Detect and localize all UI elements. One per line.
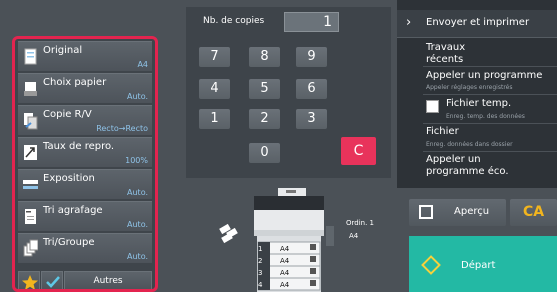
setting-staple[interactable]: Tri agrafage Auto. — [18, 201, 152, 231]
menu-file-sub: Enreg. données dans dossier — [426, 141, 513, 148]
key-0[interactable]: 0 — [249, 143, 280, 163]
tray-3-size: A4 — [280, 269, 290, 277]
clear-all-button[interactable]: CA — [510, 199, 557, 226]
right-menu-panel: › Envoyer et imprimer Travaux récents Ap… — [397, 0, 557, 188]
chevron-right-icon: › — [406, 15, 412, 30]
setting-original[interactable]: Original A4 — [18, 41, 152, 71]
setting-exposure-label: Exposition — [43, 173, 95, 184]
exposure-icon — [23, 180, 38, 189]
setting-original-value: A4 — [137, 60, 148, 69]
original-icon — [24, 48, 37, 65]
key-5[interactable]: 5 — [249, 79, 280, 99]
setting-sort-value: Auto. — [127, 252, 148, 261]
tray-1-size: A4 — [280, 245, 290, 253]
setting-paper-label: Choix papier — [43, 77, 107, 88]
paper-stack-icon — [219, 223, 238, 244]
settings-panel: Original A4 Choix papier Auto. Copie R/V… — [12, 36, 158, 292]
copies-keypad: Nb. de copies 1 7 8 9 4 5 6 1 2 3 0 C — [186, 7, 391, 178]
copies-field[interactable]: 1 — [284, 12, 339, 32]
preview-button[interactable]: Aperçu — [409, 199, 506, 226]
duplex-icon — [24, 113, 38, 130]
check-button[interactable] — [41, 271, 63, 289]
copies-value: 1 — [323, 14, 332, 30]
setting-sort-label: Tri/Groupe — [43, 237, 95, 248]
key-1[interactable]: 1 — [199, 109, 230, 129]
key-3[interactable]: 3 — [296, 109, 327, 129]
key-2[interactable]: 2 — [249, 109, 280, 129]
setting-exposure[interactable]: Exposition Auto. — [18, 169, 152, 199]
temp-file-checkbox[interactable] — [426, 100, 439, 113]
start-button[interactable]: Départ — [409, 236, 557, 292]
menu-eco-program[interactable]: Appeler un programme éco. — [426, 154, 509, 178]
send-print-header[interactable]: › Envoyer et imprimer — [397, 10, 557, 38]
divider — [423, 123, 557, 124]
autres-label: Autres — [93, 276, 123, 286]
paper-icon — [24, 82, 37, 96]
copy-screen: Original A4 Choix papier Auto. Copie R/V… — [0, 0, 557, 292]
setting-staple-value: Auto. — [127, 220, 148, 229]
tray-2-size: A4 — [280, 257, 290, 265]
machine-illustration — [219, 188, 334, 292]
key-6[interactable]: 6 — [296, 79, 327, 99]
setting-duplex-value: Recto→Recto — [96, 124, 148, 133]
setting-ratio-label: Taux de repro. — [43, 141, 115, 152]
key-8[interactable]: 8 — [249, 47, 280, 67]
setting-paper-value: Auto. — [127, 92, 148, 101]
setting-exposure-value: Auto. — [127, 188, 148, 197]
tray-2-number: 2 — [258, 257, 263, 265]
tray-4-size: A4 — [280, 281, 290, 289]
ratio-icon — [24, 145, 37, 160]
tray-1-number: 1 — [258, 245, 263, 253]
copies-label: Nb. de copies — [203, 16, 265, 26]
star-icon — [22, 275, 38, 289]
setting-original-label: Original — [43, 45, 83, 56]
divider — [423, 66, 557, 67]
divider — [423, 94, 557, 95]
menu-call-program[interactable]: Appeler un programme — [426, 70, 542, 82]
preview-icon — [419, 205, 433, 219]
send-print-label: Envoyer et imprimer — [426, 17, 530, 28]
start-label: Départ — [461, 260, 496, 271]
setting-duplex-label: Copie R/V — [43, 109, 92, 120]
setting-duplex[interactable]: Copie R/V Recto→Recto — [18, 105, 152, 135]
setting-ratio[interactable]: Taux de repro. 100% — [18, 137, 152, 167]
staple-icon — [25, 209, 36, 224]
checkmark-icon — [46, 276, 60, 288]
setting-sort[interactable]: Tri/Groupe Auto. — [18, 233, 152, 263]
tray-3-number: 3 — [258, 269, 263, 277]
output-label: Ordin. 1 — [346, 219, 374, 227]
output-size: A4 — [349, 232, 359, 240]
preview-label: Aperçu — [454, 206, 490, 217]
favorite-button[interactable] — [18, 271, 40, 289]
setting-staple-label: Tri agrafage — [43, 205, 103, 216]
start-icon — [421, 255, 441, 275]
bottom-left-bar: Autres — [18, 271, 152, 289]
menu-file[interactable]: Fichier — [426, 126, 459, 138]
sort-icon — [23, 239, 38, 257]
clear-button[interactable]: C — [341, 137, 376, 165]
setting-paper[interactable]: Choix papier Auto. — [18, 73, 152, 103]
key-9[interactable]: 9 — [296, 47, 327, 67]
menu-temp-file-sub: Enreg. temp. des données — [446, 113, 525, 120]
menu-temp-file[interactable]: Fichier temp. — [446, 98, 511, 110]
key-4[interactable]: 4 — [199, 79, 230, 99]
autres-button[interactable]: Autres — [64, 271, 152, 289]
tray-4-number: 4 — [258, 281, 263, 289]
menu-recent-jobs[interactable]: Travaux récents — [426, 42, 465, 66]
divider — [423, 151, 557, 152]
key-7[interactable]: 7 — [199, 47, 230, 67]
setting-ratio-value: 100% — [125, 156, 148, 165]
menu-call-program-sub: Appeler réglages enregistrés — [426, 84, 513, 91]
